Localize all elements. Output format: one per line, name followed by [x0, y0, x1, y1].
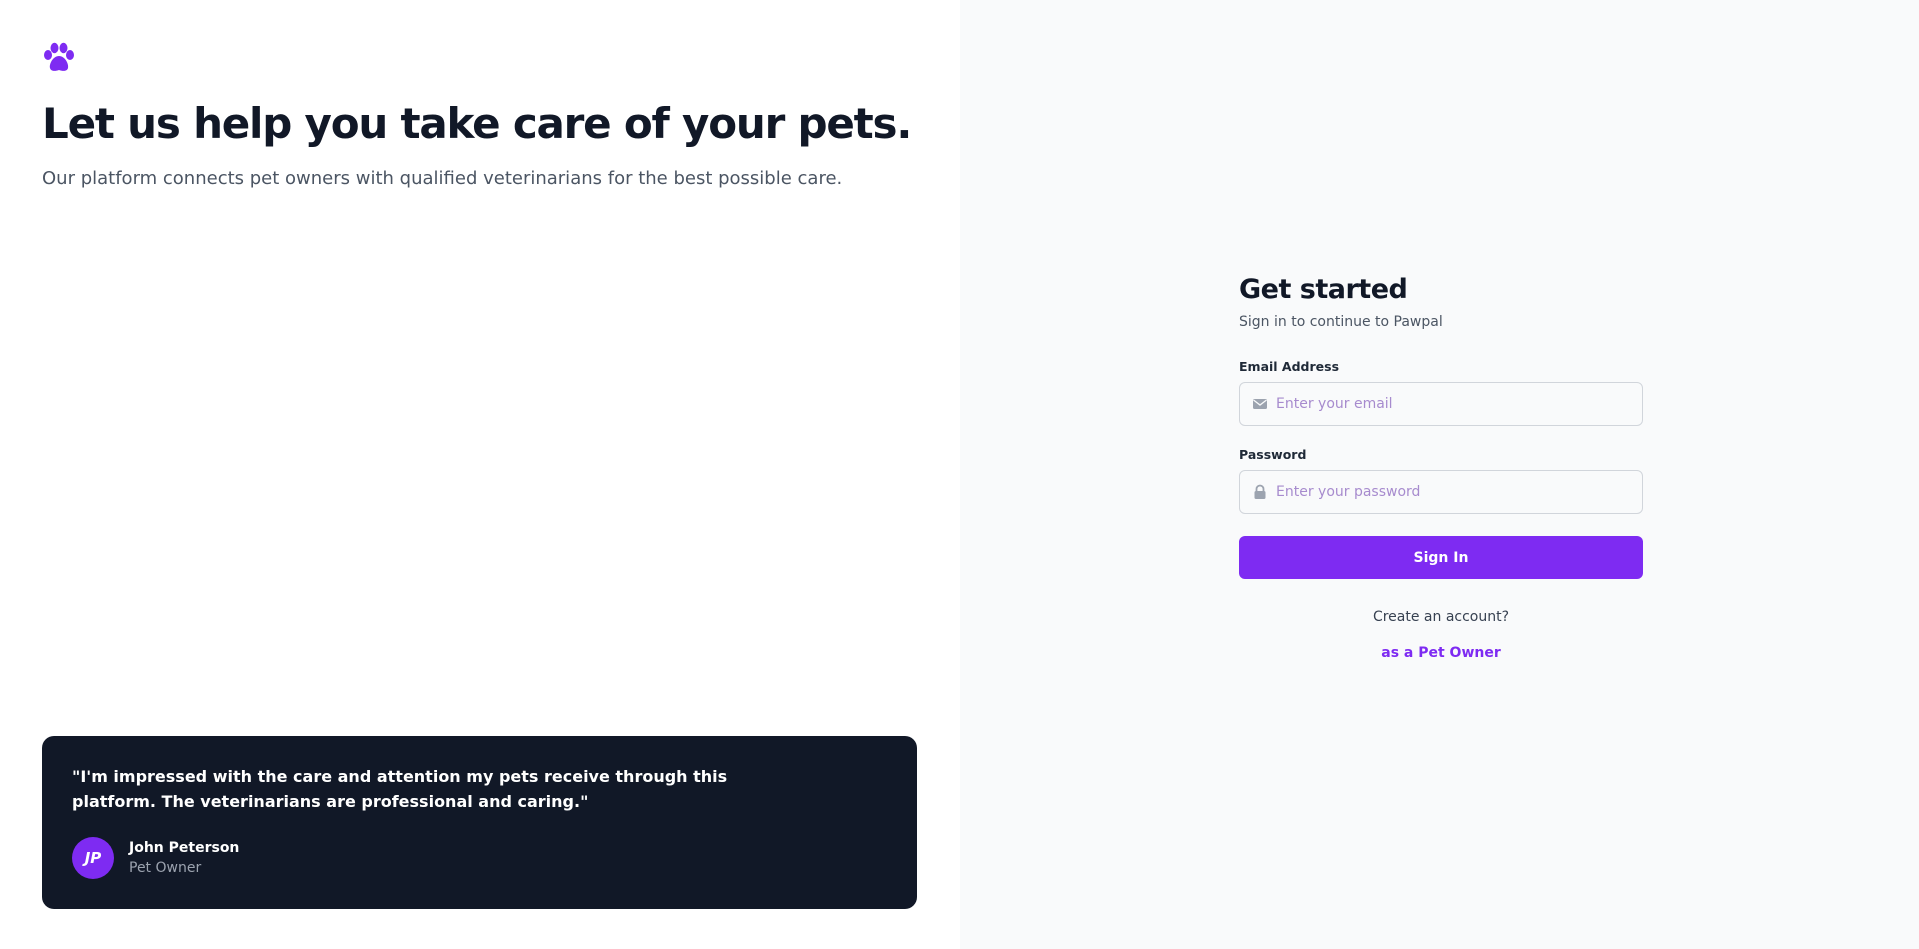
email-input[interactable]: [1276, 383, 1632, 425]
testimonial-author: JP John Peterson Pet Owner: [72, 837, 239, 879]
hero-subtitle: Our platform connects pet owners with qu…: [42, 168, 843, 189]
password-input[interactable]: [1276, 471, 1632, 513]
testimonial-card: "I'm impressed with the care and attenti…: [42, 736, 917, 909]
form-subtitle: Sign in to continue to Pawpal: [1239, 314, 1443, 330]
email-field-wrapper: [1239, 382, 1643, 426]
paw-icon: [44, 42, 74, 71]
email-label: Email Address: [1239, 359, 1340, 374]
create-account-text: Create an account?: [1372, 609, 1510, 625]
pet-owner-signup-link[interactable]: as a Pet Owner: [1239, 643, 1643, 663]
author-role: Pet Owner: [129, 859, 202, 876]
hero-title: Let us help you take care of your pets.: [42, 99, 912, 148]
form-title: Get started: [1239, 274, 1408, 305]
envelope-icon: [1253, 399, 1267, 409]
login-page: Let us help you take care of your pets. …: [0, 0, 1919, 949]
author-name: John Peterson: [129, 839, 240, 856]
author-info: John Peterson Pet Owner: [129, 838, 239, 879]
hero-panel: Let us help you take care of your pets. …: [0, 0, 960, 949]
testimonial-quote: "I'm impressed with the care and attenti…: [72, 767, 728, 811]
password-label: Password: [1239, 447, 1307, 462]
login-form: Get started Sign in to continue to Pawpa…: [1239, 272, 1643, 663]
password-field-wrapper: [1239, 470, 1643, 514]
lock-icon: [1254, 484, 1266, 499]
login-panel: Get started Sign in to continue to Pawpa…: [960, 0, 1919, 949]
avatar: JP: [72, 837, 114, 879]
sign-in-button[interactable]: Sign In: [1239, 536, 1643, 579]
